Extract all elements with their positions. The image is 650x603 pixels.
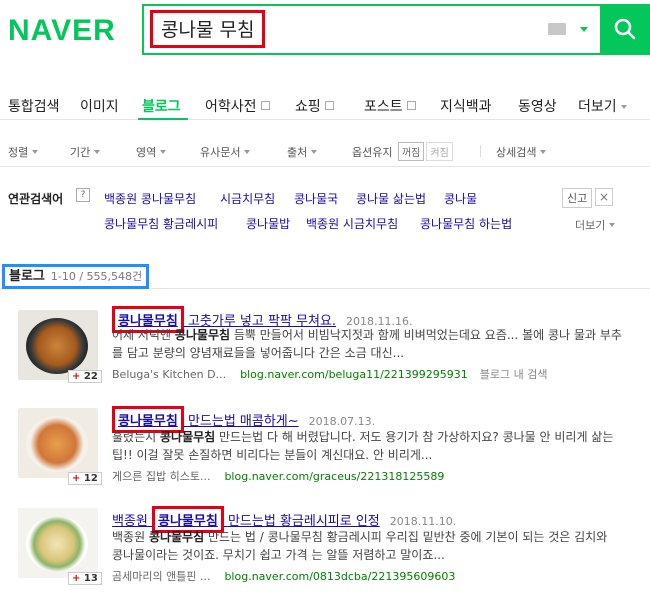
- thumbnail[interactable]: [18, 508, 98, 578]
- chevron-down-icon: [311, 150, 318, 154]
- report-button[interactable]: 신고: [562, 188, 593, 208]
- related-term[interactable]: 콩나물 삶는법: [356, 190, 426, 207]
- naver-logo[interactable]: NAVER: [8, 14, 116, 48]
- header: NAVER 콩나물 무침: [0, 0, 650, 58]
- newwindow-icon: [406, 101, 416, 110]
- like-badge: + 13: [68, 572, 102, 585]
- related-more-button[interactable]: 더보기: [575, 217, 616, 233]
- chevron-down-icon: [244, 150, 251, 154]
- active-tab-indicator: [138, 118, 188, 120]
- newwindow-icon: [324, 101, 334, 110]
- option-keep: 옵션유지 꺼짐 켜짐: [352, 142, 453, 161]
- tab-video[interactable]: 동영상: [518, 96, 557, 116]
- search-options: 정렬 기간 영역 유사문서 출처 옵션유지 꺼짐 켜짐 상세검색: [0, 121, 650, 167]
- result-meta: Beluga's Kitchen D... blog.naver.com/belu…: [112, 366, 547, 382]
- blog-url-link[interactable]: blog.naver.com/0813dcba/221395609603: [224, 570, 455, 583]
- like-badge: + 12: [68, 472, 102, 485]
- option-similar[interactable]: 유사문서: [200, 144, 251, 160]
- blog-name-link[interactable]: 게으른 집밥 히스토...: [112, 470, 210, 483]
- related-term[interactable]: 콩나물국: [294, 190, 338, 207]
- like-badge: + 22: [68, 370, 102, 383]
- chevron-down-icon: [620, 105, 627, 109]
- chevron-down-icon[interactable]: [580, 27, 588, 32]
- keyboard-icon[interactable]: [548, 23, 566, 35]
- tab-shopping[interactable]: 쇼핑: [295, 96, 334, 116]
- related-term[interactable]: 콩나물무침 하는법: [420, 215, 512, 232]
- divider: [480, 145, 481, 157]
- chevron-down-icon: [32, 150, 39, 154]
- related-title: 연관검색어: [8, 192, 64, 206]
- option-area[interactable]: 영역: [136, 144, 167, 160]
- keep-on-button[interactable]: 켜짐: [426, 142, 453, 161]
- related-term[interactable]: 콩나물밥: [246, 215, 290, 232]
- chevron-down-icon: [94, 150, 101, 154]
- tab-more[interactable]: 더보기: [578, 96, 627, 116]
- option-source[interactable]: 출처: [287, 144, 318, 160]
- search-tabs: 통합검색 이미지 블로그 어학사전 쇼핑 포스트 지식백과 동영상 더보기: [0, 80, 650, 120]
- blog-url-link[interactable]: blog.naver.com/beluga11/221399295931: [240, 368, 468, 381]
- section-title: 블로그 1-10 / 555,548건: [2, 264, 150, 289]
- related-searches: 연관검색어 ? 백종원 콩나물무침 시금치무침 콩나물국 콩나물 삶는법 콩나물…: [0, 175, 650, 240]
- tab-encyclopedia[interactable]: 지식백과: [440, 96, 492, 116]
- option-period[interactable]: 기간: [70, 144, 101, 160]
- search-input[interactable]: 콩나물 무침: [150, 10, 266, 48]
- chevron-down-icon: [160, 150, 167, 154]
- tab-blog[interactable]: 블로그: [142, 96, 181, 116]
- list-item: + 12 콩나물무침 만드는법 매콤하게~ 2018.07.13. 훌렸는지 콩나…: [0, 400, 650, 500]
- result-description: 어제 저녁엔 콩나물무침 듬뿍 만들어서 비빔낙지젓과 함께 비벼먹었는데요 요…: [112, 328, 622, 360]
- result-description: 훌렸는지 콩나물무침 만드는법 다 해 버렸답니다. 저도 용기가 참 가상하지…: [112, 430, 614, 462]
- newwindow-icon: [260, 101, 270, 110]
- option-sort[interactable]: 정렬: [8, 144, 39, 160]
- section-header: 블로그 1-10 / 555,548건: [0, 261, 650, 289]
- close-icon[interactable]: ×: [595, 188, 613, 206]
- related-term[interactable]: 백종원 콩나물무침: [104, 190, 196, 207]
- tab-integrated[interactable]: 통합검색: [8, 96, 60, 116]
- related-term[interactable]: 백종원 시금치무침: [306, 215, 398, 232]
- result-meta: 곰세마리의 앤틀핀 ... blog.naver.com/0813dcba/221…: [112, 568, 455, 584]
- option-detail[interactable]: 상세검색: [496, 144, 547, 160]
- related-term[interactable]: 콩나물무침 황금레시피: [104, 215, 218, 232]
- tab-post[interactable]: 포스트: [364, 96, 416, 116]
- keep-off-button[interactable]: 꺼짐: [397, 142, 425, 161]
- help-icon[interactable]: ?: [76, 188, 90, 202]
- search-box[interactable]: 콩나물 무침: [142, 4, 602, 55]
- blog-name-link[interactable]: Beluga's Kitchen D...: [112, 368, 226, 381]
- result-date: 2018.07.13.: [308, 415, 376, 428]
- chevron-down-icon: [609, 223, 616, 227]
- related-term[interactable]: 시금치무침: [220, 190, 275, 207]
- blog-name-link[interactable]: 곰세마리의 앤틀핀 ...: [112, 570, 210, 583]
- search-icon: [614, 18, 636, 40]
- list-item: + 22 콩나물무침 고춧가루 넣고 팍팍 무쳐요. 2018.11.16. 어제…: [0, 298, 650, 398]
- list-item: + 13 백종원 콩나물무침 만드는법 황금레시피로 인정 2018.11.10.…: [0, 500, 650, 600]
- result-meta: 게으른 집밥 히스토... blog.naver.com/graceus/2213…: [112, 468, 444, 484]
- chevron-down-icon: [540, 150, 547, 154]
- result-description: 백종원 콩나물무침 만드는 법 / 콩나물무침 황금레시피 우리집 밑반찬 중에…: [112, 530, 608, 562]
- result-count: 1-10 / 555,548건: [50, 270, 143, 283]
- tab-dictionary[interactable]: 어학사전: [205, 96, 270, 116]
- tab-images[interactable]: 이미지: [80, 96, 119, 116]
- blog-search-link[interactable]: 블로그 내 검색: [480, 368, 548, 381]
- result-date: 2018.11.10.: [389, 515, 457, 528]
- related-term[interactable]: 콩나물: [444, 190, 477, 207]
- search-button[interactable]: [600, 4, 650, 55]
- blog-url-link[interactable]: blog.naver.com/graceus/221318125589: [224, 470, 444, 483]
- thumbnail[interactable]: [18, 408, 98, 478]
